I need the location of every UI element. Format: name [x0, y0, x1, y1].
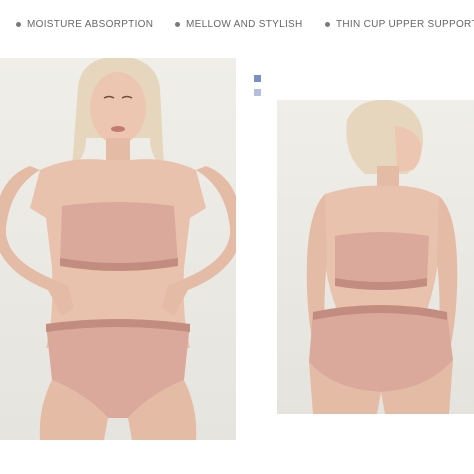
feature-label: MOISTURE ABSORPTION: [27, 18, 154, 30]
feature-moisture-absorption: MOISTURE ABSORPTION: [16, 17, 153, 31]
feature-thin-cup-upper-support: THIN CUP UPPER SUPPORT: [325, 17, 474, 31]
product-photo-back: [277, 100, 474, 414]
square-icon: [254, 75, 261, 82]
bandeau-top-back: [335, 232, 429, 288]
square-icon: [254, 89, 261, 96]
bullet-dot-icon: [16, 21, 21, 27]
feature-list: MOISTURE ABSORPTION MELLOW AND STYLISH T…: [0, 0, 474, 48]
decorative-squares: [254, 75, 264, 101]
feature-label: THIN CUP UPPER SUPPORT: [336, 18, 474, 30]
feature-mellow-and-stylish: MELLOW AND STYLISH: [175, 17, 303, 31]
feature-label: MELLOW AND STYLISH: [186, 18, 303, 30]
bandeau-top-front: [60, 202, 178, 269]
bullet-dot-icon: [325, 21, 330, 27]
bullet-dot-icon: [175, 21, 180, 27]
model-front-illustration: [0, 58, 236, 440]
product-photo-front: [0, 58, 236, 440]
model-back-illustration: [306, 100, 458, 414]
